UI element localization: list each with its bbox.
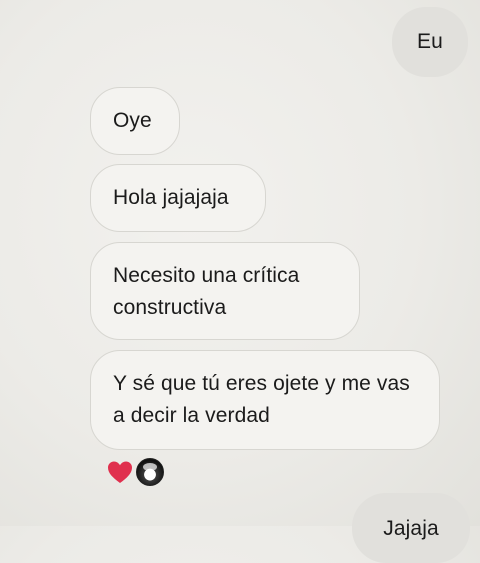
received-message-bubble[interactable]: Hola jajajaja: [90, 164, 266, 232]
message-text: Eu: [417, 30, 443, 53]
message-text: Hola jajajaja: [113, 186, 229, 209]
message-text: Y sé que tú eres ojete y me vas a decir …: [113, 372, 410, 427]
message-text: Necesito una crítica constructiva: [113, 264, 300, 319]
sent-message-bubble[interactable]: Jajaja: [352, 493, 470, 563]
message-reactions[interactable]: [106, 458, 164, 486]
message-text: Jajaja: [383, 517, 439, 540]
heart-icon: [108, 461, 132, 483]
sent-message-bubble[interactable]: Eu: [392, 7, 468, 77]
reactor-avatar[interactable]: [136, 458, 164, 486]
message-text: Oye: [113, 109, 152, 132]
received-message-bubble[interactable]: Necesito una crítica constructiva: [90, 242, 360, 340]
received-message-bubble[interactable]: Y sé que tú eres ojete y me vas a decir …: [90, 350, 440, 450]
received-message-bubble[interactable]: Oye: [90, 87, 180, 155]
